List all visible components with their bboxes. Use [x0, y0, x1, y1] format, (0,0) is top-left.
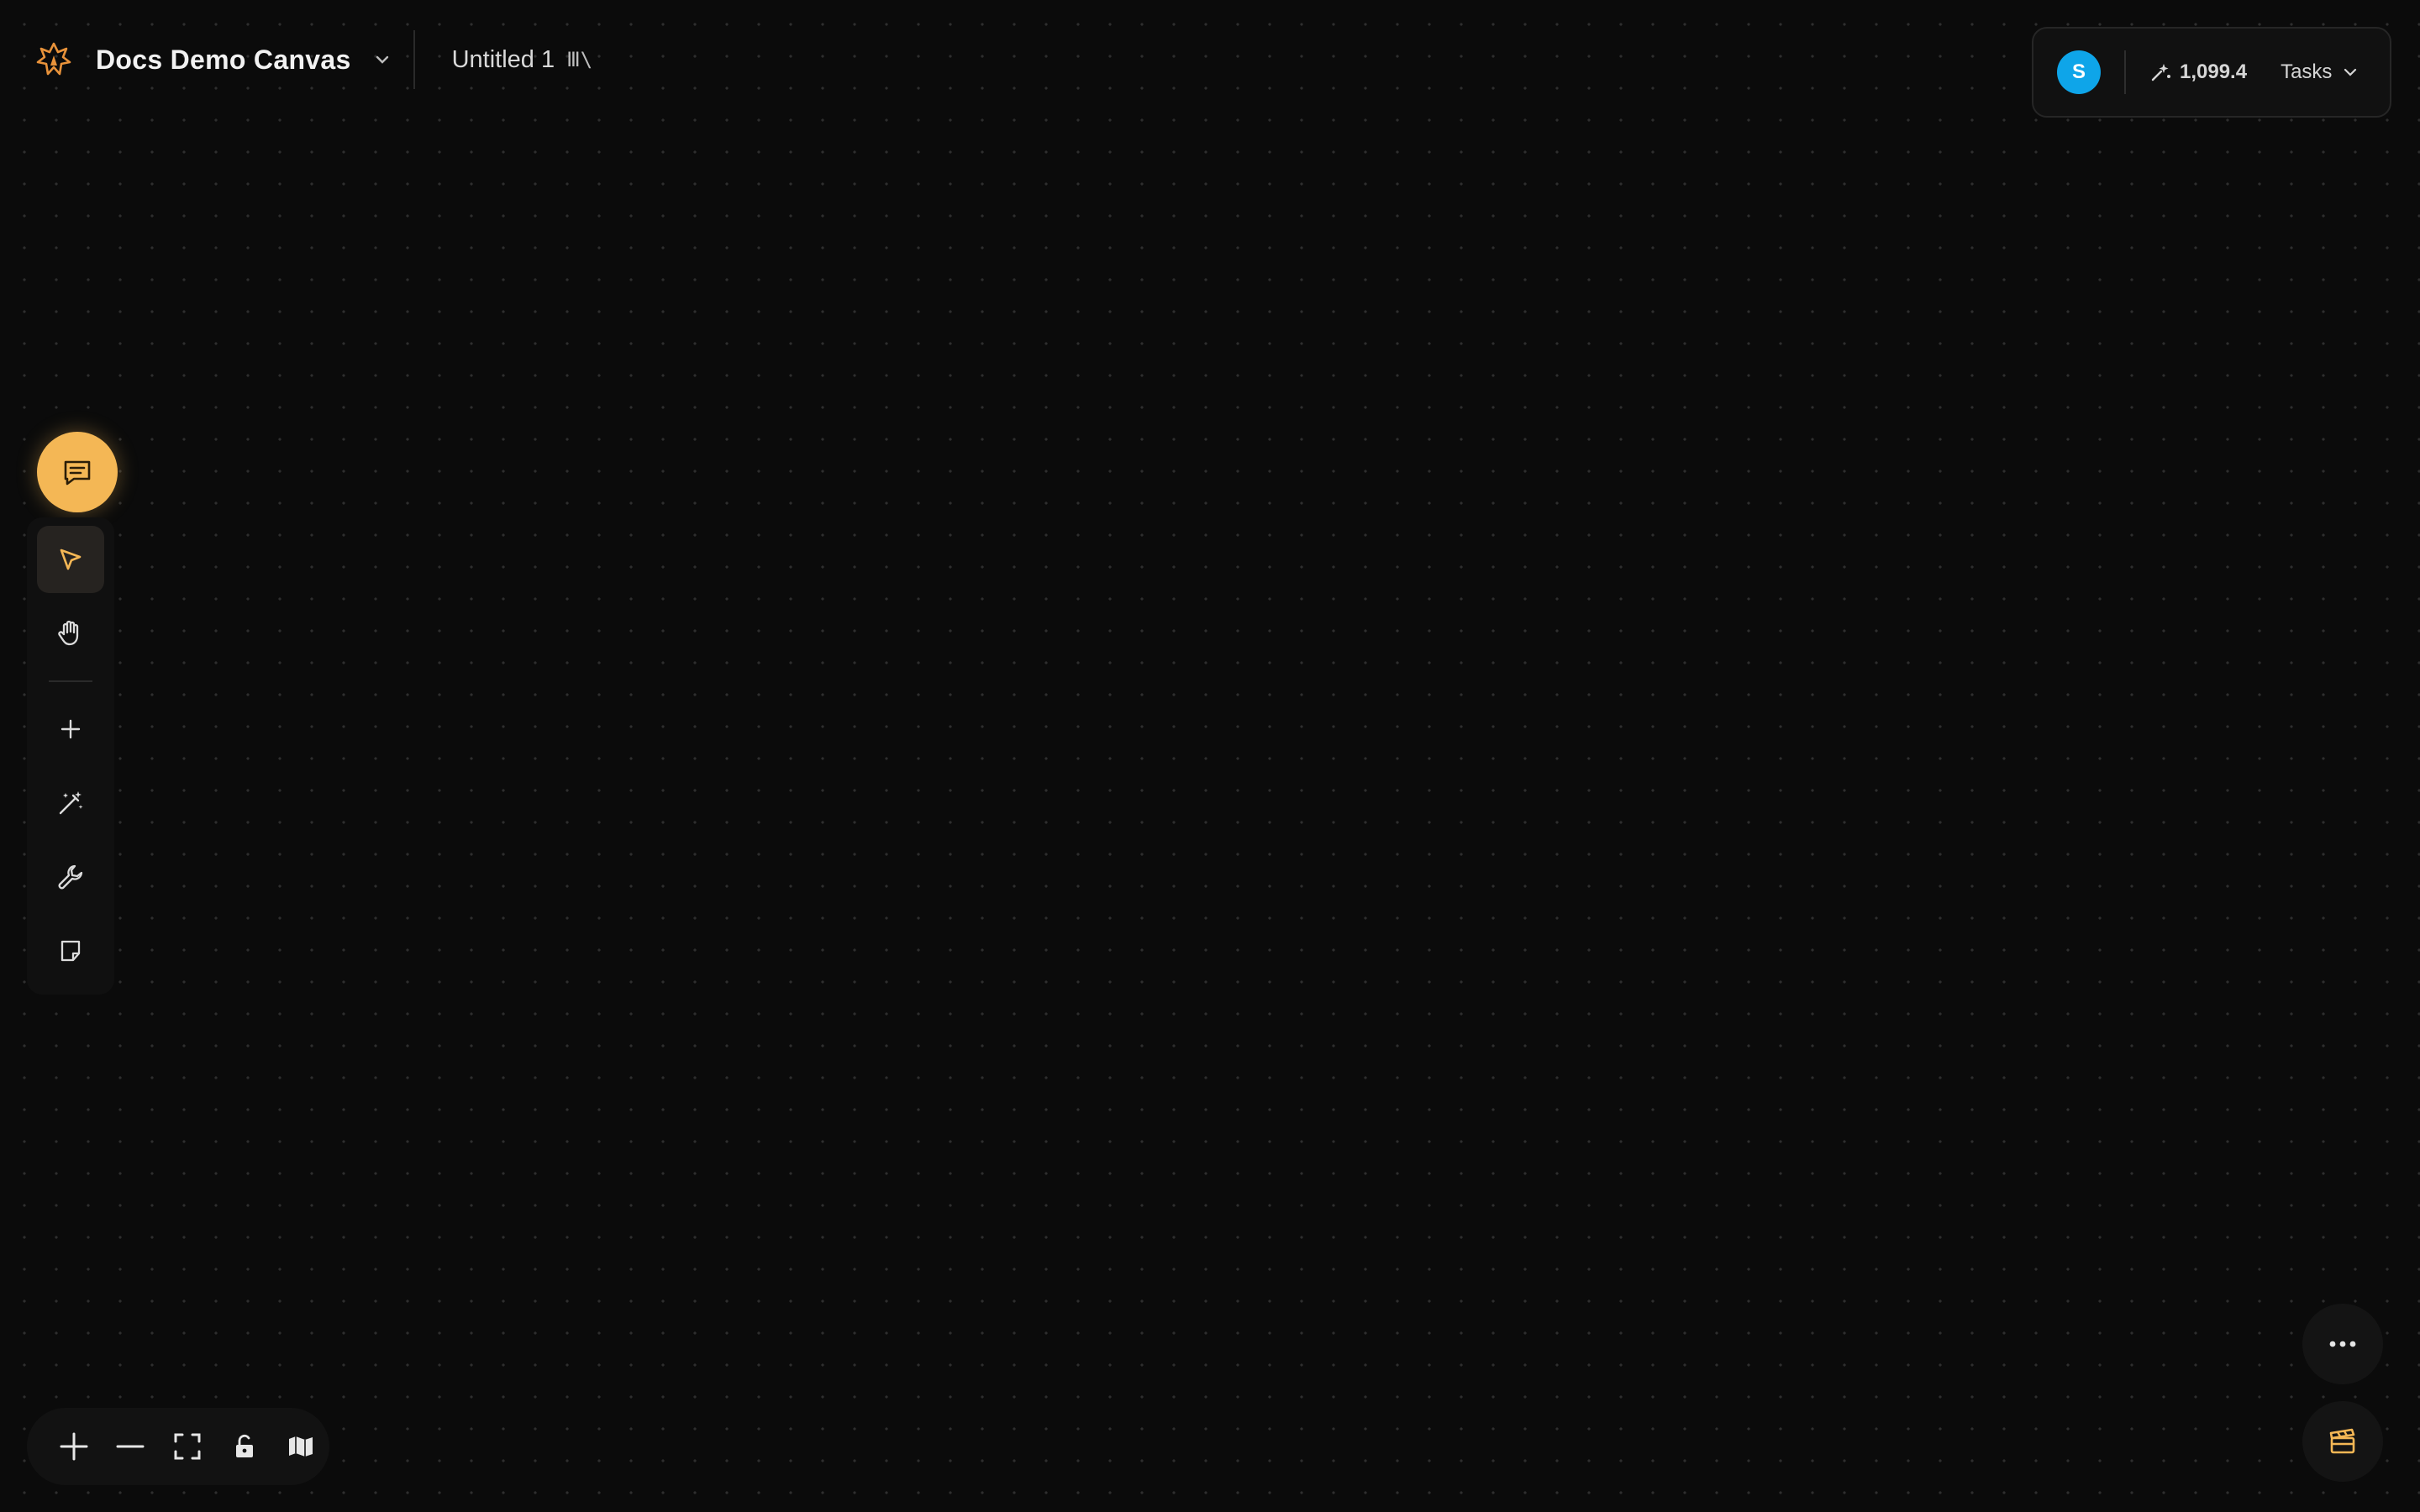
sparkles-icon	[2148, 60, 2173, 85]
zoom-controls	[27, 1408, 329, 1485]
tasks-label: Tasks	[2281, 60, 2333, 83]
avatar[interactable]: S	[2057, 50, 2101, 94]
credits-value: 1,099.4	[2180, 60, 2248, 83]
hand-pan-icon	[55, 618, 86, 648]
library-icon: Ⅲ\	[566, 48, 593, 71]
chevron-down-icon	[2342, 64, 2359, 81]
magic-button[interactable]	[37, 769, 104, 837]
header-divider	[413, 30, 415, 89]
lock-button[interactable]	[216, 1418, 273, 1475]
more-horizontal-icon	[2328, 1340, 2357, 1348]
chat-button[interactable]	[37, 432, 118, 512]
toolbar-divider	[49, 680, 92, 682]
note-icon	[57, 937, 84, 964]
minimap-button[interactable]	[272, 1418, 329, 1475]
zoom-out-icon	[114, 1431, 146, 1462]
doc-title-group[interactable]: Untitled 1 Ⅲ\	[452, 46, 593, 74]
hand-tool-button[interactable]	[37, 600, 104, 667]
lock-icon	[231, 1433, 258, 1460]
credits-display[interactable]: 1,099.4	[2148, 60, 2247, 85]
fit-screen-button[interactable]	[159, 1418, 216, 1475]
zoom-in-button[interactable]	[45, 1418, 103, 1475]
zoom-in-icon	[58, 1431, 90, 1462]
doc-title[interactable]: Untitled 1	[452, 46, 555, 74]
note-button[interactable]	[37, 917, 104, 984]
chevron-down-icon[interactable]	[370, 47, 395, 72]
add-button[interactable]	[37, 696, 104, 763]
header-left: Docs Demo Canvas Untitled 1 Ⅲ\	[30, 30, 592, 89]
app-logo-icon[interactable]	[30, 36, 77, 83]
map-icon	[287, 1432, 315, 1461]
panel-divider	[2124, 50, 2126, 94]
more-options-button[interactable]	[2302, 1304, 2383, 1384]
select-pointer-icon	[56, 545, 85, 574]
project-name[interactable]: Docs Demo Canvas	[96, 45, 351, 76]
chat-icon	[60, 455, 94, 489]
fit-screen-icon	[172, 1431, 203, 1462]
select-tool-button[interactable]	[37, 526, 104, 593]
wrench-icon	[56, 863, 85, 891]
zoom-out-button[interactable]	[103, 1418, 160, 1475]
plus-icon	[58, 717, 83, 742]
media-button[interactable]	[2302, 1401, 2383, 1482]
tool-sidebar	[27, 517, 114, 995]
magic-wand-icon	[55, 788, 86, 818]
account-panel: S 1,099.4 Tasks	[2032, 27, 2391, 118]
tools-button[interactable]	[37, 843, 104, 911]
clapperboard-icon	[2328, 1426, 2358, 1457]
tasks-dropdown[interactable]: Tasks	[2281, 60, 2359, 84]
